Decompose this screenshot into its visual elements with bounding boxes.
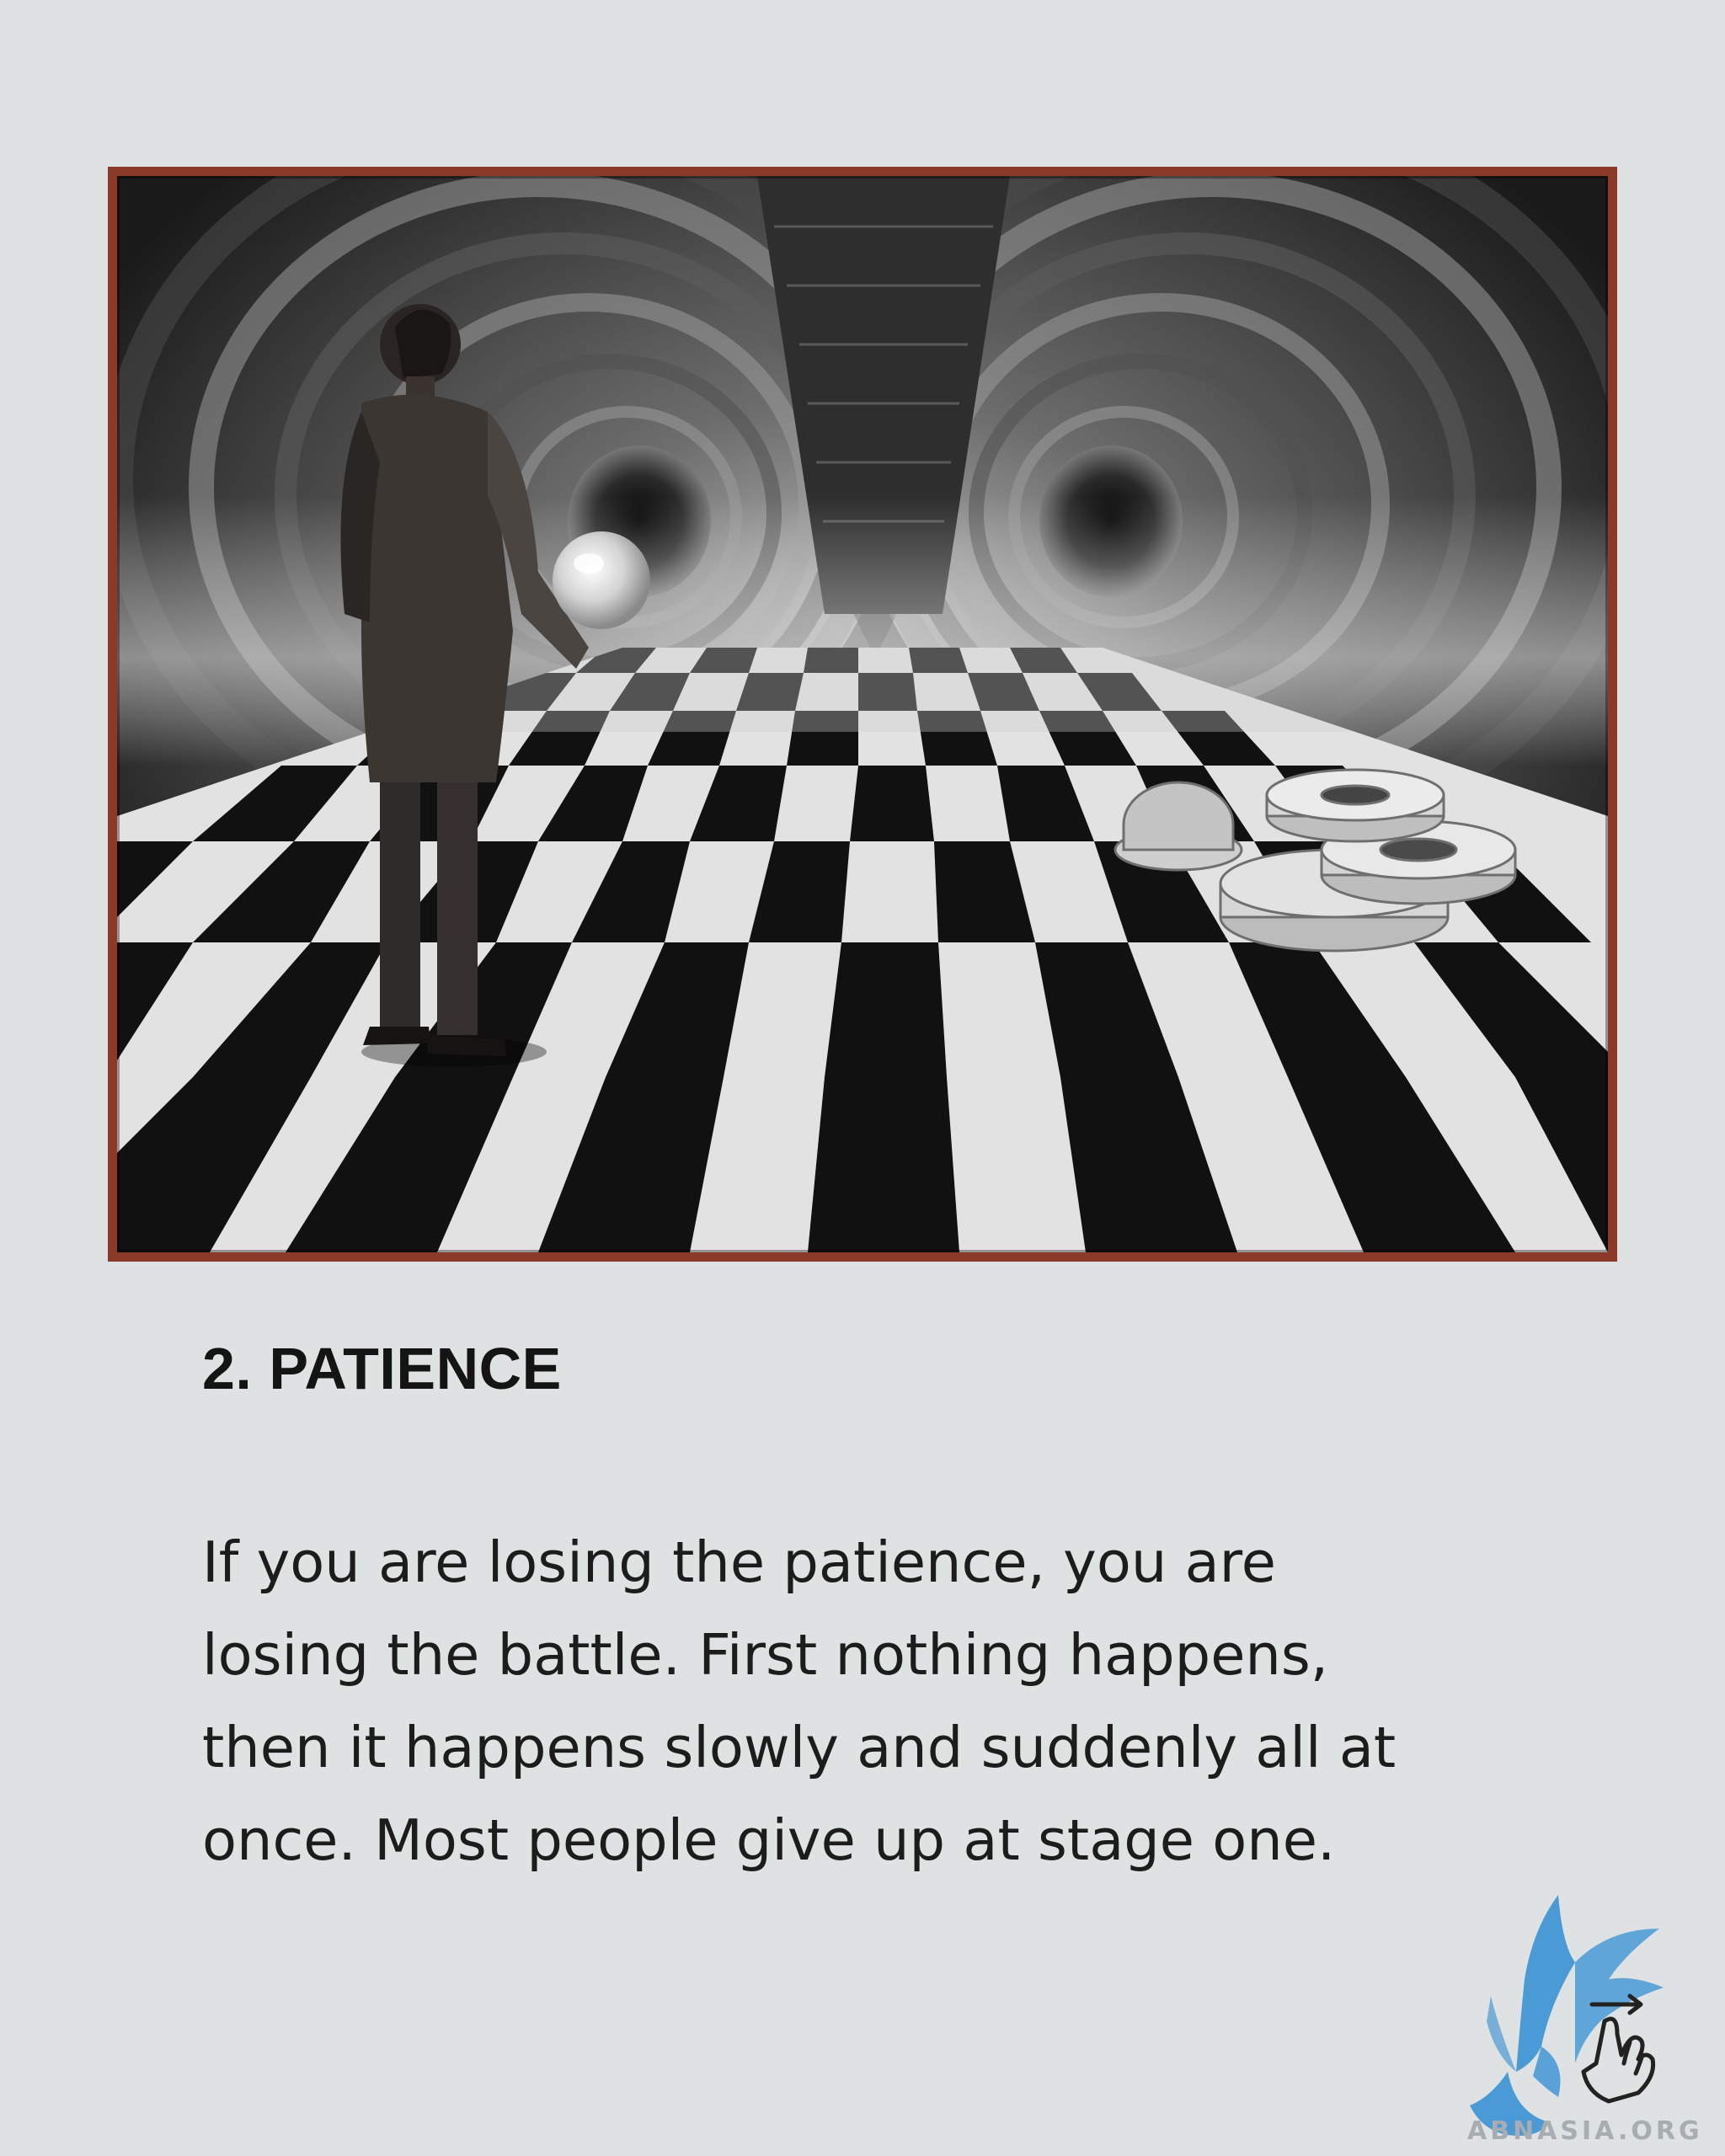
brand-logo	[1457, 1895, 1693, 2148]
eagle-icon	[1470, 1895, 1664, 2136]
site-name: ABNASIA.ORG	[1467, 2116, 1703, 2146]
body-line: If you are losing the patience, you are	[202, 1529, 1276, 1595]
body-line: once. Most people give up at stage one.	[202, 1807, 1336, 1873]
body-line: then it happens slowly and suddenly all …	[202, 1715, 1397, 1780]
section-heading: 2. PATIENCE	[202, 1336, 562, 1401]
illustration-frame	[108, 167, 1617, 1262]
body-line: losing the battle. First nothing happens…	[202, 1622, 1329, 1688]
body-paragraph: If you are losing the patience, you are …	[202, 1516, 1600, 1886]
patience-illustration	[117, 176, 1608, 1252]
